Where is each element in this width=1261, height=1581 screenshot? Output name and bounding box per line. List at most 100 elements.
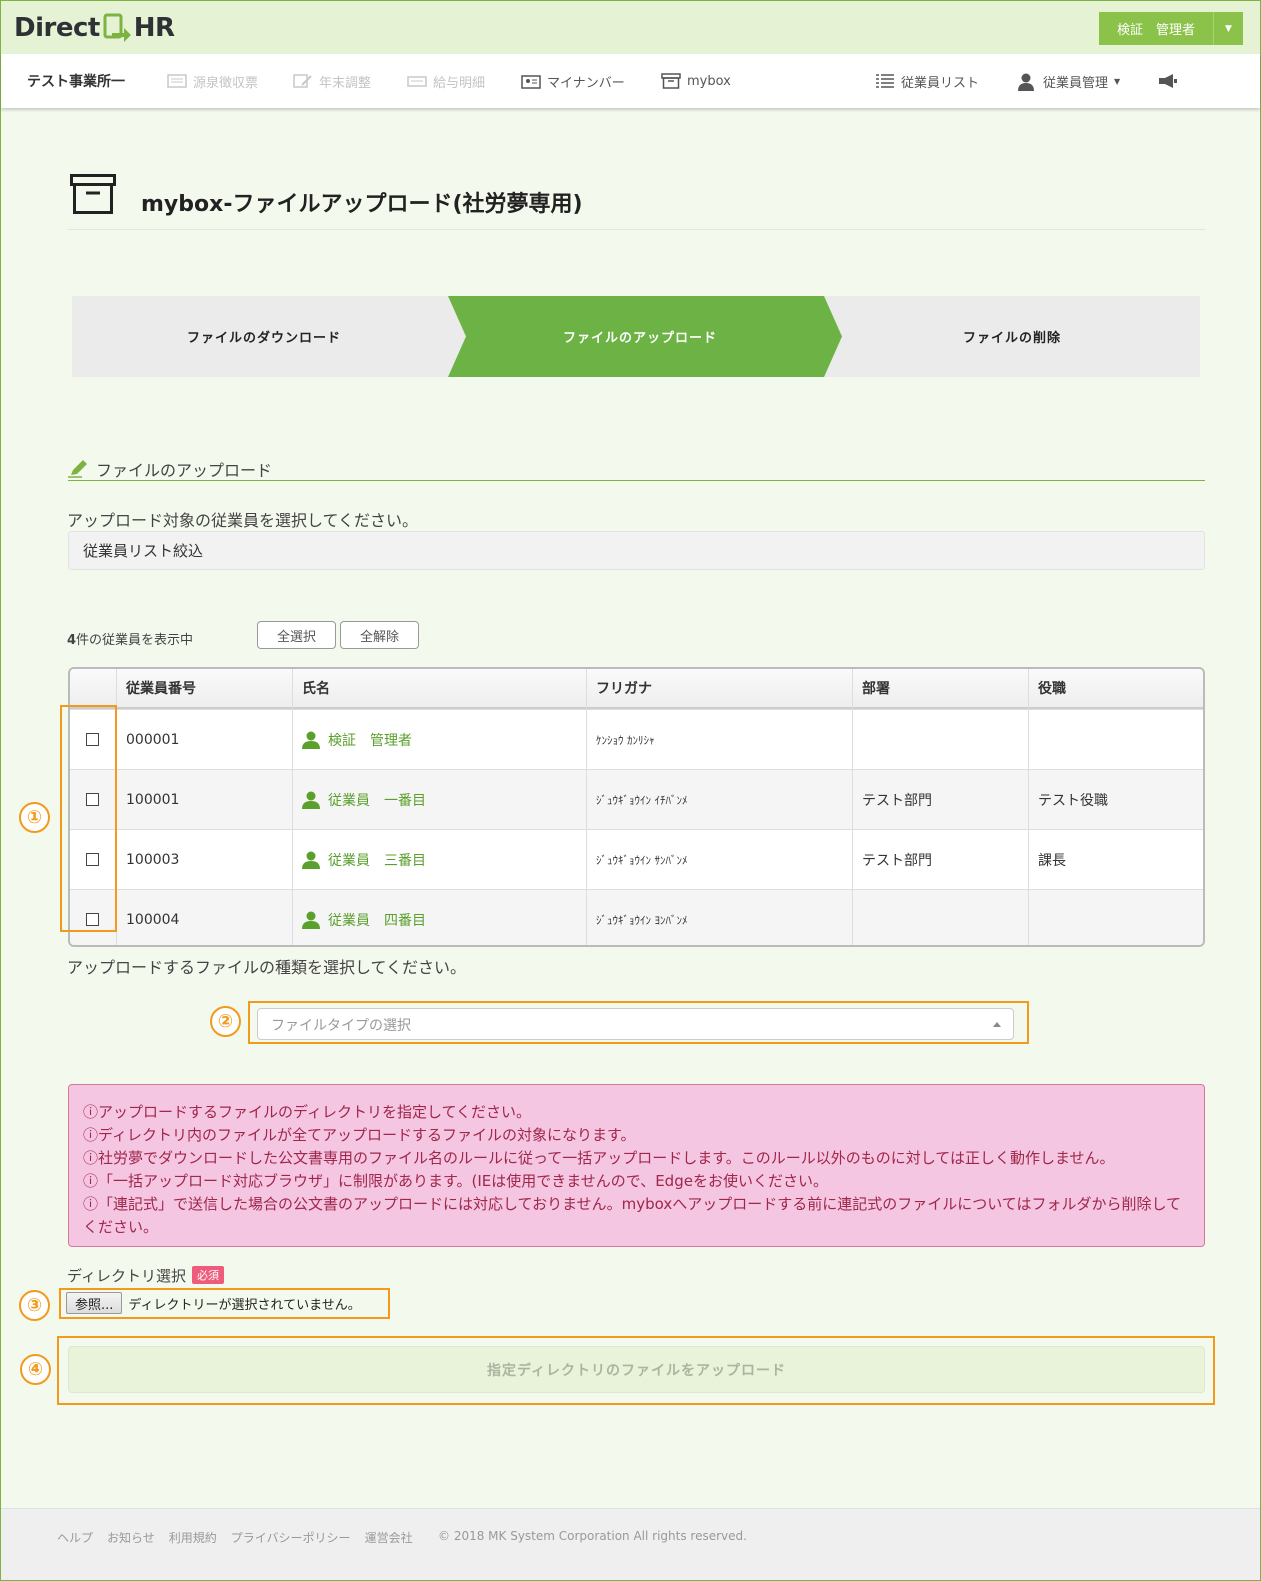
section-title: ファイルのアップロード (68, 457, 1205, 481)
annotation-marker-1: ① (19, 802, 50, 833)
employee-kana: ｼﾞｭｳｷﾞｮｳｲﾝ ｲﾁﾊﾞﾝﾒ (596, 793, 688, 807)
footer-links: ヘルプ お知らせ 利用規約 プライバシーポリシー 運営会社 (57, 1529, 413, 1546)
column-header-role[interactable]: 役職 (1028, 669, 1203, 707)
column-header-name[interactable]: 氏名 (292, 669, 586, 707)
step-download[interactable]: ファイルのダウンロード (72, 296, 456, 377)
employee-name-cell: 従業員 一番目 (292, 770, 426, 829)
footer: ヘルプ お知らせ 利用規約 プライバシーポリシー 運営会社 © 2018 MK … (1, 1508, 1260, 1580)
file-type-placeholder: ファイルタイプの選択 (271, 1018, 411, 1034)
table-row: 100004 従業員 四番目 ｼﾞｭｳｷﾞｮｳｲﾝ ﾖﾝﾊﾞﾝﾒ (70, 889, 1203, 945)
employee-name-link[interactable]: 検証 管理者 (302, 730, 412, 750)
employee-name-link[interactable]: 従業員 三番目 (302, 850, 426, 870)
logo-text-right: HR (133, 13, 175, 43)
annotation-marker-2: ② (210, 1006, 241, 1037)
employee-role (1028, 890, 1038, 945)
no-directory-text: ディレクトリーが選択されていません。 (128, 1297, 361, 1313)
employee-count: 4件の従業員を表示中 (67, 629, 193, 648)
employee-role: テスト役職 (1038, 792, 1108, 809)
step-upload[interactable]: ファイルのアップロード (448, 296, 832, 377)
step-delete[interactable]: ファイルの削除 (824, 296, 1200, 377)
employee-name-cell: 検証 管理者 (292, 710, 412, 769)
file-type-instruction: アップロードするファイルの種類を選択してください。 (67, 958, 467, 977)
employee-count-number: 4 (67, 633, 77, 648)
employee-dept (852, 890, 862, 945)
employee-role (1028, 710, 1038, 769)
user-icon (302, 791, 320, 809)
nav-item-label: マイナンバー (547, 75, 625, 91)
employee-dept (852, 710, 862, 769)
office-name[interactable]: テスト事業所一 (27, 54, 125, 108)
column-header-id[interactable]: 従業員番号 (116, 669, 292, 707)
deselect-all-button[interactable]: 全解除 (340, 621, 419, 649)
nav-item-withholding: 源泉徴収票 (167, 54, 258, 108)
logo[interactable]: Direct HR (14, 11, 175, 45)
browse-button[interactable]: 参照... (66, 1292, 123, 1314)
archive-box-icon (661, 73, 681, 89)
employee-id: 100004 (126, 911, 180, 928)
logo-text-left: Direct (14, 13, 100, 43)
column-divider (586, 669, 587, 945)
nav-item-employee-list[interactable]: 従業員リスト (875, 54, 979, 108)
nav-item-payslip: 給与明細 (407, 54, 485, 108)
employee-name-link[interactable]: 従業員 四番目 (302, 910, 426, 930)
user-icon (302, 911, 320, 929)
alert-line: ⓘ「一括アップロード対応ブラウザ」に制限があります。(IEは使用できませんので、… (83, 1172, 828, 1190)
nav-item-employee-manage[interactable]: 従業員管理 ▼ (1017, 54, 1120, 108)
directory-label: ディレクトリ選択 (67, 1267, 186, 1285)
employee-name-cell: 従業員 三番目 (292, 830, 426, 889)
footer-link-help[interactable]: ヘルプ (57, 1529, 93, 1546)
nav-item-label: 従業員管理 (1043, 75, 1109, 91)
employee-filter-toggle[interactable]: 従業員リスト絞込 (68, 531, 1205, 570)
annotation-marker-4: ④ (20, 1354, 51, 1385)
employee-dept: テスト部門 (862, 852, 932, 869)
file-type-select[interactable]: ファイルタイプの選択 (257, 1008, 1014, 1040)
caret-up-icon (993, 1022, 1001, 1027)
select-employee-instruction: アップロード対象の従業員を選択してください。 (67, 511, 419, 530)
nav-item-year-end: 年末調整 (293, 54, 371, 108)
column-header-dept[interactable]: 部署 (852, 669, 1028, 707)
nav-item-label: mybox (687, 73, 731, 89)
alert-line: ⓘ「連記式」で送信した場合の公文書のアップロードには対応しておりません。mybo… (83, 1195, 1182, 1236)
annotation-marker-3: ③ (19, 1290, 50, 1321)
annotation-box-checkboxes (60, 705, 117, 932)
column-header-kana[interactable]: フリガナ (586, 669, 852, 707)
chevron-down-icon[interactable]: ▼ (1213, 12, 1243, 45)
archive-box-icon (70, 174, 116, 218)
nav-item-announcement[interactable] (1157, 54, 1177, 108)
nav-item-label: 給与明細 (433, 75, 486, 91)
employee-name-link[interactable]: 従業員 一番目 (302, 790, 426, 810)
id-card-icon (521, 73, 541, 89)
nav-item-label: 源泉徴収票 (193, 75, 259, 91)
employee-dept: テスト部門 (862, 792, 932, 809)
nav-item-mybox[interactable]: mybox (661, 54, 731, 108)
footer-link-terms[interactable]: 利用規約 (169, 1529, 217, 1546)
table-row: 100003 従業員 三番目 ｼﾞｭｳｷﾞｮｳｲﾝ ｻﾝﾊﾞﾝﾒ テスト部門 課… (70, 829, 1203, 889)
logo-mark-icon (102, 12, 132, 44)
footer-link-privacy[interactable]: プライバシーポリシー (231, 1529, 351, 1546)
footer-link-company[interactable]: 運営会社 (365, 1529, 413, 1546)
step-indicator: ファイルのダウンロード ファイルのアップロード ファイルの削除 (72, 296, 1200, 377)
footer-link-news[interactable]: お知らせ (107, 1529, 155, 1546)
employee-kana: ｹﾝｼｮｳ ｶﾝﾘｼｬ (596, 733, 655, 747)
column-divider (852, 669, 853, 945)
employee-id: 100001 (126, 791, 180, 808)
user-menu-button[interactable]: 検証 管理者 (1099, 12, 1213, 45)
select-all-button[interactable]: 全選択 (257, 621, 336, 649)
copyright: © 2018 MK System Corporation All rights … (438, 1529, 747, 1543)
employee-name-cell: 従業員 四番目 (292, 890, 426, 945)
employee-name: 従業員 一番目 (328, 792, 426, 809)
alert-line: ⓘ社労夢でダウンロードした公文書専用のファイル名のルールに従って一括アップロード… (83, 1149, 1115, 1167)
employee-kana: ｼﾞｭｳｷﾞｮｳｲﾝ ﾖﾝﾊﾞﾝﾒ (596, 913, 688, 927)
alert-line: ⓘアップロードするファイルのディレクトリを指定してください。 (83, 1103, 532, 1121)
nav-item-my-number[interactable]: マイナンバー (521, 54, 625, 108)
upload-directory-button[interactable]: 指定ディレクトリのファイルをアップロード (68, 1346, 1205, 1393)
directory-file-input: 参照... ディレクトリーが選択されていません。 (66, 1291, 361, 1315)
upload-notice-alert: ⓘアップロードするファイルのディレクトリを指定してください。 ⓘディレクトリ内の… (68, 1084, 1205, 1247)
employee-name: 従業員 三番目 (328, 852, 426, 869)
nav-bar: テスト事業所一 源泉徴収票 年末調整 給与明細 マイナンバー mybox 従業員… (1, 54, 1260, 108)
top-bar: Direct HR 検証 管理者 ▼ (1, 1, 1260, 54)
nav-item-label: 従業員リスト (901, 75, 980, 91)
megaphone-icon (1157, 73, 1177, 89)
table-header-row: 従業員番号 氏名 フリガナ 部署 役職 (70, 669, 1203, 709)
user-icon (1017, 73, 1037, 91)
